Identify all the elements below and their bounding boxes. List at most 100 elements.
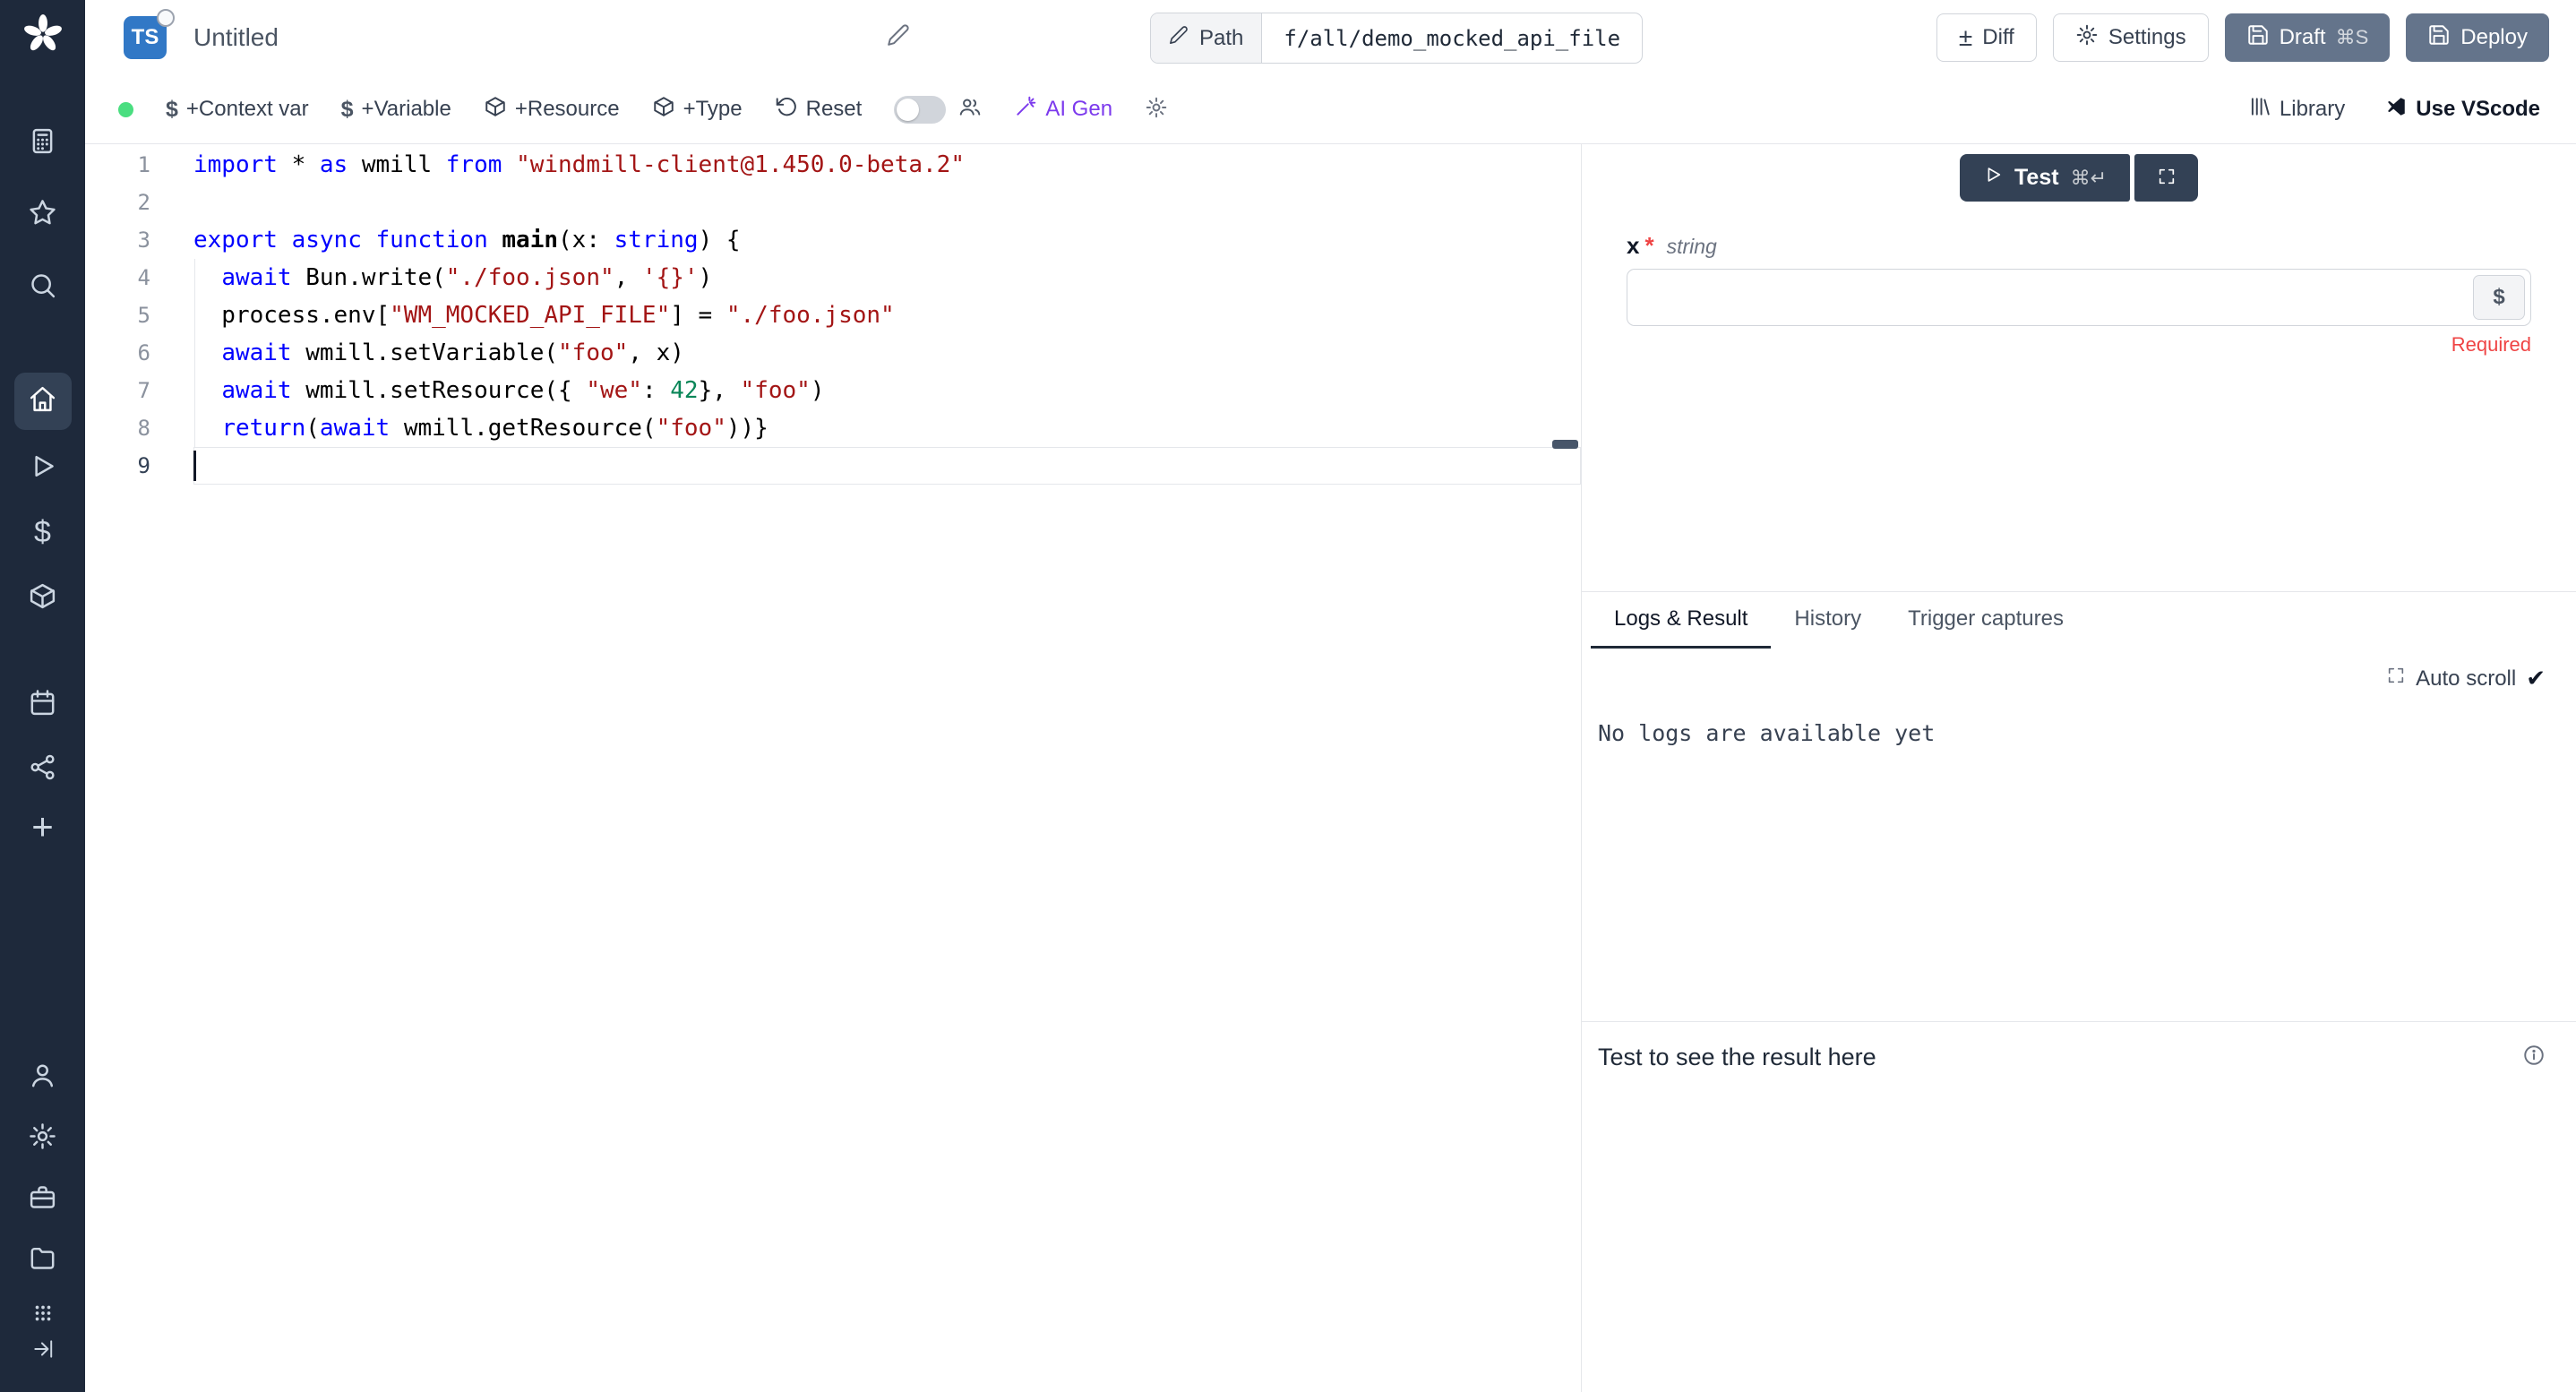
code-line[interactable]: import * as wmill from "windmill-client@… — [193, 146, 1581, 184]
deploy-button[interactable]: Deploy — [2406, 13, 2549, 62]
windmill-logo-icon[interactable] — [21, 13, 64, 56]
sidebar-collapse[interactable] — [21, 1335, 64, 1367]
code-line[interactable]: await wmill.setResource({ "we": 42}, "fo… — [193, 372, 1581, 409]
code-line[interactable]: return(await wmill.getResource("foo"))} — [193, 409, 1581, 447]
tab-trigger-captures[interactable]: Trigger captures — [1885, 592, 2087, 649]
package-icon — [28, 581, 57, 615]
plus-icon: + — [31, 808, 54, 846]
gear-icon — [28, 1121, 57, 1156]
diff-button[interactable]: ± Diff — [1936, 13, 2037, 62]
line-number[interactable]: 7 — [85, 372, 193, 409]
topbar-actions: ± Diff Settings Draft ⌘S — [1936, 13, 2549, 62]
sidebar-item-folders[interactable] — [21, 1239, 64, 1282]
sidebar-item-variables[interactable]: $ — [21, 511, 64, 554]
magic-wand-icon — [1014, 95, 1037, 125]
home-icon — [28, 384, 57, 418]
line-number[interactable]: 3 — [85, 221, 193, 259]
sidebar-item-schedules[interactable] — [21, 683, 64, 726]
line-number[interactable]: 8 — [85, 409, 193, 447]
use-vscode-button[interactable]: Use VScode — [2384, 95, 2540, 125]
add-type-button[interactable]: +Type — [652, 95, 743, 125]
sidebar-item-triggers[interactable] — [21, 748, 64, 791]
gear-icon — [2075, 23, 2099, 53]
sidebar-item-apps[interactable] — [21, 122, 64, 165]
auto-scroll-label[interactable]: Auto scroll — [2416, 666, 2516, 692]
reset-button[interactable]: Reset — [775, 95, 863, 125]
code-line[interactable] — [193, 184, 1581, 221]
edit-title-pencil-icon[interactable] — [887, 23, 910, 51]
add-type-label: +Type — [683, 97, 743, 122]
sidebar: $ + — [0, 0, 85, 1392]
add-resource-button[interactable]: +Resource — [484, 95, 620, 125]
play-icon — [28, 451, 57, 485]
info-icon[interactable] — [2522, 1044, 2546, 1071]
code-line[interactable]: await wmill.setVariable("foo", x) — [193, 334, 1581, 372]
search-icon — [28, 271, 57, 305]
scrollbar-marker[interactable] — [1552, 440, 1578, 449]
tab-history[interactable]: History — [1771, 592, 1885, 649]
briefcase-icon — [28, 1182, 57, 1216]
use-vscode-label: Use VScode — [2416, 97, 2540, 122]
result-tabs: Logs & ResultHistoryTrigger captures — [1582, 591, 2576, 649]
sidebar-item-grid[interactable] — [21, 1298, 64, 1332]
line-number[interactable]: 2 — [85, 184, 193, 221]
pencil-icon — [1169, 25, 1189, 51]
line-number[interactable]: 6 — [85, 334, 193, 372]
script-title[interactable]: Untitled — [193, 23, 279, 52]
expand-icon — [2157, 167, 2177, 189]
code-line[interactable] — [193, 447, 1581, 485]
line-number[interactable]: 5 — [85, 296, 193, 334]
path-label: Path — [1199, 26, 1243, 51]
line-number[interactable]: 9 — [85, 447, 193, 485]
line-numbers[interactable]: 123456789 — [85, 144, 193, 1392]
line-number[interactable]: 4 — [85, 259, 193, 296]
sidebar-item-search[interactable] — [21, 266, 64, 309]
library-button[interactable]: Library — [2248, 95, 2345, 125]
result-hint: Test to see the result here — [1598, 1044, 1876, 1071]
topbar: TS Untitled Path f/all/demo_mocked_api_f… — [85, 0, 2576, 75]
expand-logs-icon[interactable] — [2386, 666, 2406, 692]
sidebar-item-home[interactable] — [14, 373, 72, 430]
edit-path-button[interactable]: Path — [1151, 13, 1262, 63]
sidebar-item-account[interactable] — [21, 1056, 64, 1099]
settings-button[interactable]: Settings — [2053, 13, 2209, 62]
rotate-icon — [775, 95, 798, 125]
line-number[interactable]: 1 — [85, 146, 193, 184]
draft-label: Draft — [2280, 25, 2326, 50]
sidebar-item-resources[interactable] — [21, 577, 64, 620]
code-editor[interactable]: 123456789 import * as wmill from "windmi… — [85, 144, 1581, 1392]
logs-area: Auto scroll ✔ No logs are available yet — [1582, 649, 2576, 1022]
library-label: Library — [2280, 97, 2345, 122]
editor-settings-gear-icon[interactable] — [1145, 96, 1168, 124]
draft-button[interactable]: Draft ⌘S — [2225, 13, 2391, 62]
diff-label: Diff — [1982, 25, 2014, 50]
editor-toolbar: $ +Context var $ +Variable +Resource — [85, 75, 2576, 144]
insert-variable-button[interactable]: $ — [2473, 275, 2525, 320]
add-context-var-button[interactable]: $ +Context var — [166, 97, 309, 123]
sidebar-item-runs[interactable] — [21, 447, 64, 490]
sidebar-item-workers[interactable] — [21, 1178, 64, 1221]
test-button[interactable]: Test ⌘↵ — [1960, 154, 2130, 202]
sidebar-item-create[interactable]: + — [21, 805, 64, 848]
code-line[interactable]: process.env["WM_MOCKED_API_FILE"] = "./f… — [193, 296, 1581, 334]
sidebar-item-favorites[interactable] — [21, 193, 64, 236]
add-variable-button[interactable]: $ +Variable — [341, 97, 451, 123]
tab-logs-result[interactable]: Logs & Result — [1591, 592, 1771, 649]
language-badge-label: TS — [132, 25, 159, 50]
dollar-icon: $ — [34, 517, 51, 547]
sidebar-item-settings[interactable] — [21, 1117, 64, 1160]
code-line[interactable]: export async function main(x: string) { — [193, 221, 1581, 259]
save-icon — [2427, 23, 2451, 53]
test-fullscreen-button[interactable] — [2134, 154, 2198, 202]
ai-gen-button[interactable]: AI Gen — [1014, 95, 1112, 125]
multiplayer-toggle[interactable] — [894, 96, 946, 124]
path-group: Path f/all/demo_mocked_api_file — [1150, 13, 1643, 64]
arg-x-input[interactable] — [1627, 269, 2531, 326]
check-icon[interactable]: ✔ — [2526, 665, 2546, 692]
code-lines: import * as wmill from "windmill-client@… — [193, 146, 1581, 485]
windmill-script-editor: $ + — [0, 0, 2576, 1392]
arg-name: x — [1627, 232, 1639, 260]
add-variable-label: +Variable — [362, 97, 451, 122]
path-value[interactable]: f/all/demo_mocked_api_file — [1262, 13, 1642, 63]
code-line[interactable]: await Bun.write("./foo.json", '{}') — [193, 259, 1581, 296]
